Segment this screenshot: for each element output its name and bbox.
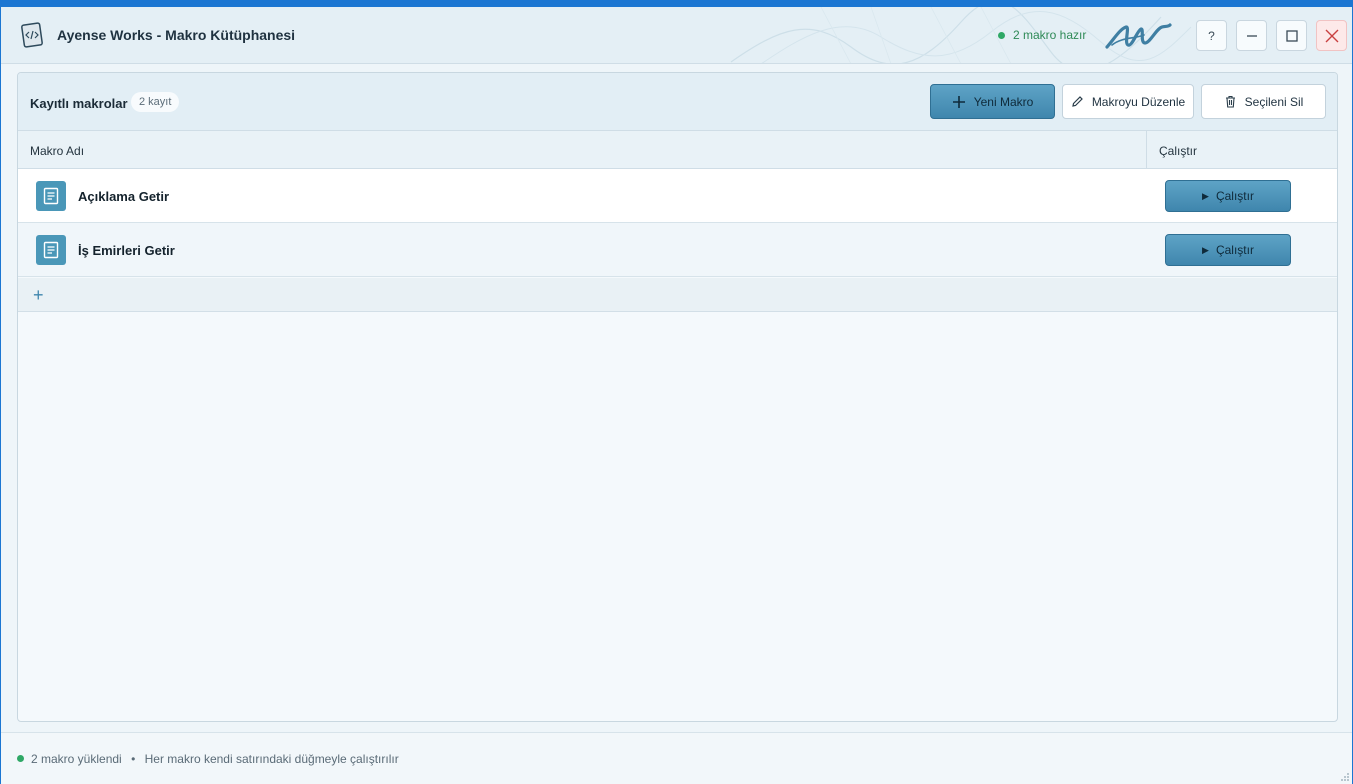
plus-icon: [952, 95, 965, 108]
column-header-run[interactable]: Çalıştır: [1159, 144, 1197, 158]
delete-selected-label: Seçileni Sil: [1244, 94, 1304, 109]
help-button-label: ?: [1208, 28, 1215, 43]
run-macro-label: Çalıştır: [1215, 243, 1254, 257]
table-row[interactable]: İş Emirleri Getir ▶ Çalıştır: [18, 223, 1337, 277]
run-hint-text: Her makro kendi satırındaki düğmeyle çal…: [144, 752, 399, 766]
edit-macro-label: Makroyu Düzenle: [1091, 94, 1186, 109]
title-bar[interactable]: Ayense Works - Makro Kütüphanesi 2 makro…: [1, 7, 1352, 64]
status-dot-icon: [17, 755, 24, 762]
play-icon: ▶: [1202, 244, 1209, 255]
column-header-name[interactable]: Makro Adı: [30, 144, 84, 158]
ready-status: 2 makro hazır: [998, 28, 1086, 42]
panel-title: Kayıtlı makrolar: [30, 96, 128, 111]
macro-name: İş Emirleri Getir: [78, 243, 175, 258]
maximize-button[interactable]: [1276, 20, 1307, 51]
status-dot-icon: [998, 31, 1005, 39]
run-macro-label: Çalıştır: [1215, 189, 1254, 203]
status-separator: •: [131, 752, 136, 766]
maximize-icon: [1285, 29, 1298, 42]
table-header: Makro Adı Çalıştır: [18, 131, 1337, 169]
status-bar-text: 2 makro yüklendi • Her makro kendi satır…: [31, 752, 399, 766]
minimize-icon: [1246, 34, 1257, 37]
new-macro-label: Yeni Makro: [973, 94, 1034, 109]
macro-document-icon: [36, 235, 66, 265]
window-title: Ayense Works - Makro Kütüphanesi: [57, 27, 296, 43]
delete-selected-button[interactable]: Seçileni Sil: [1201, 84, 1326, 119]
run-macro-button[interactable]: ▶ Çalıştır: [1165, 180, 1291, 212]
minimize-button[interactable]: [1236, 20, 1267, 51]
run-macro-button[interactable]: ▶ Çalıştır: [1165, 234, 1291, 266]
app-icon: [20, 22, 44, 48]
add-row-plus-icon[interactable]: +: [33, 285, 44, 306]
panel-header: Kayıtlı makrolar 2 kayıt Yeni Makro Makr…: [18, 73, 1337, 131]
close-button[interactable]: [1316, 20, 1347, 51]
play-icon: ▶: [1202, 190, 1209, 201]
new-macro-button[interactable]: Yeni Makro: [930, 84, 1055, 119]
resize-grip-icon[interactable]: [1340, 772, 1350, 782]
edit-macro-button[interactable]: Makroyu Düzenle: [1062, 84, 1194, 119]
table-row[interactable]: Açıklama Getir ▶ Çalıştır: [18, 169, 1337, 223]
trash-icon: [1225, 95, 1235, 108]
ready-status-text: 2 makro hazır: [1013, 28, 1087, 42]
macro-document-icon: [36, 181, 66, 211]
macro-panel: Kayıtlı makrolar 2 kayıt Yeni Makro Makr…: [17, 72, 1338, 722]
count-badge: 2 kayıt: [131, 92, 180, 112]
add-row[interactable]: +: [18, 278, 1337, 312]
close-icon: [1325, 29, 1338, 42]
app-window: Ayense Works - Makro Kütüphanesi 2 makro…: [0, 7, 1353, 784]
loaded-count-text: 2 makro yüklendi: [31, 752, 122, 766]
help-button[interactable]: ?: [1196, 20, 1227, 51]
pencil-icon: [1072, 96, 1083, 107]
signature-logo: [1105, 23, 1172, 49]
macro-name: Açıklama Getir: [78, 189, 170, 204]
column-divider: [1146, 131, 1147, 169]
status-bar: 2 makro yüklendi • Her makro kendi satır…: [1, 732, 1352, 784]
